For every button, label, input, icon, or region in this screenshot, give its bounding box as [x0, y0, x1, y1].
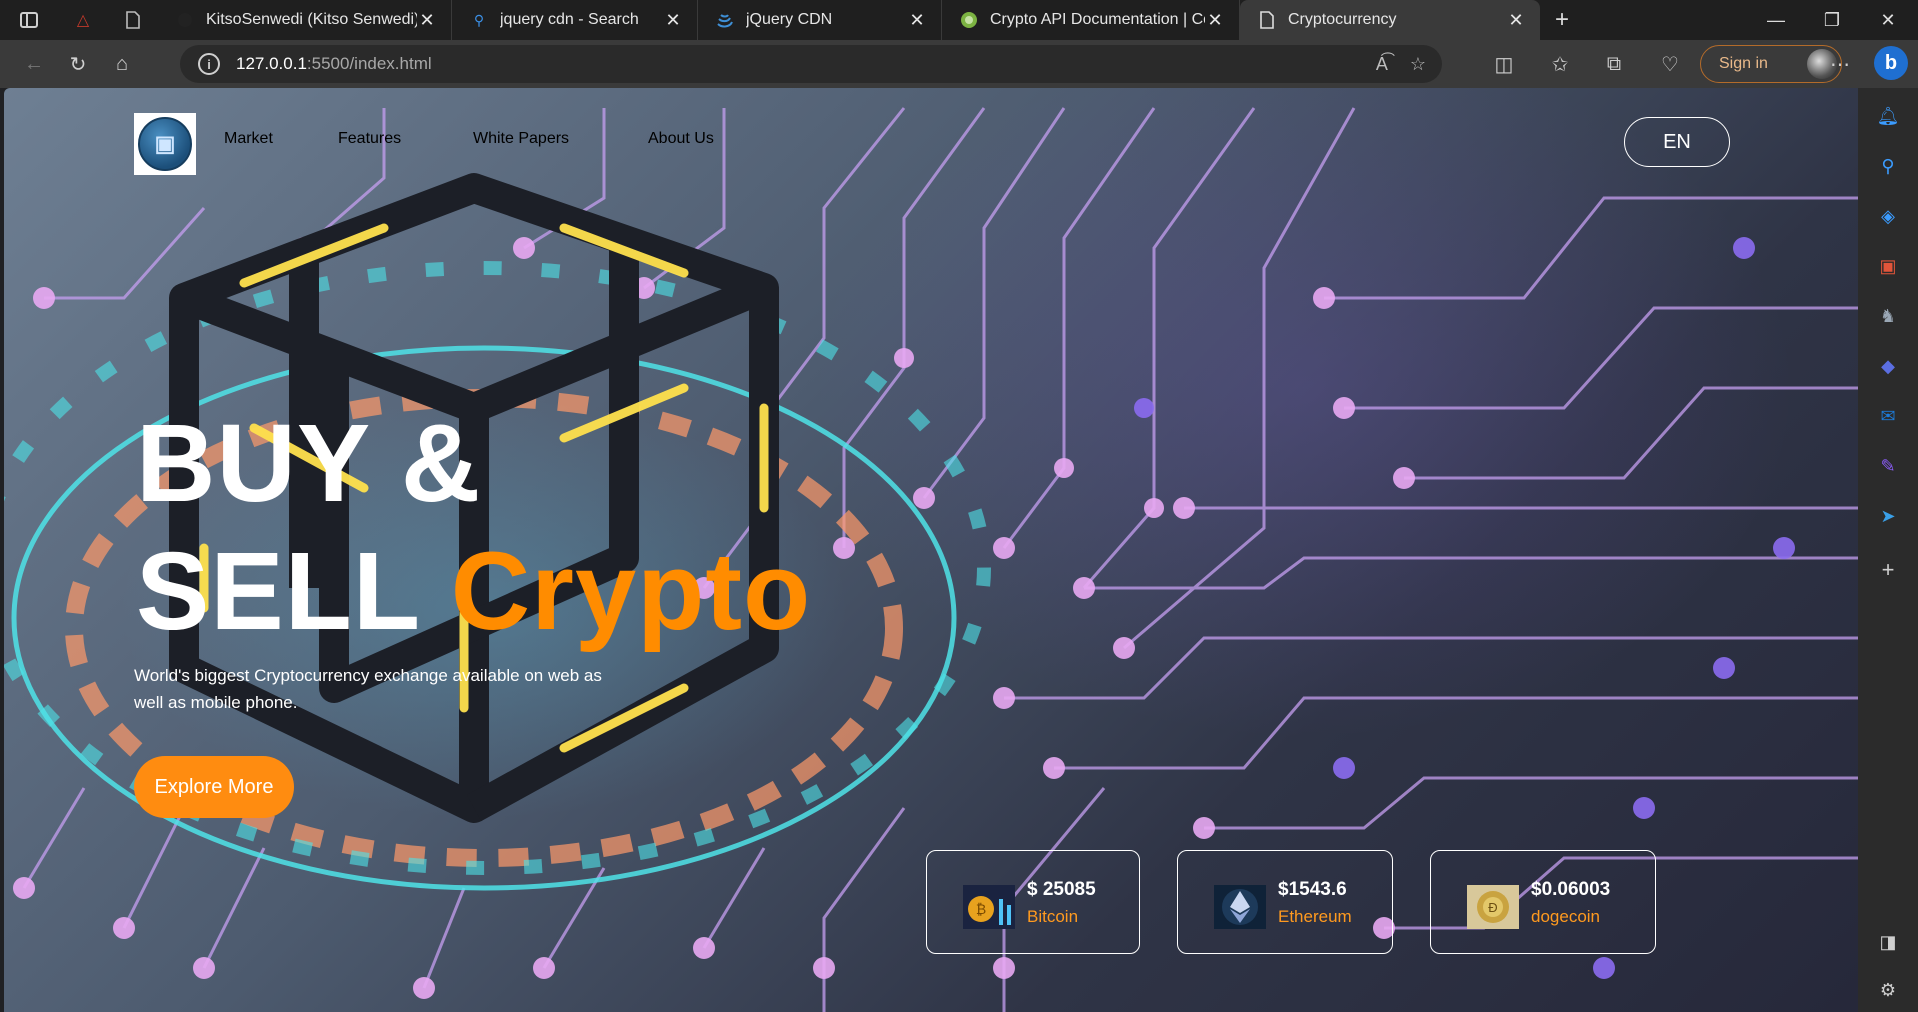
- refresh-icon[interactable]: ↻: [56, 44, 100, 84]
- coin-card-ethereum[interactable]: $1543.6 Ethereum: [1177, 850, 1393, 954]
- close-tab-icon[interactable]: ✕: [907, 10, 927, 31]
- page-icon: [1258, 11, 1276, 29]
- coin-card-dogecoin[interactable]: Ð $0.06003 dogecoin: [1430, 850, 1656, 954]
- coin-price: $ 25085: [1027, 879, 1096, 900]
- github-icon: [176, 11, 194, 29]
- close-tab-icon[interactable]: ✕: [1205, 10, 1225, 31]
- designer-icon[interactable]: ✎: [1876, 454, 1900, 478]
- coin-price: $1543.6: [1278, 879, 1347, 900]
- ethereum-icon: [1214, 885, 1266, 929]
- hero-subtitle: World's biggest Cryptocurrency exchange …: [134, 666, 602, 712]
- more-options-icon[interactable]: ⋯: [1818, 44, 1862, 84]
- edge-sidebar: 🔔︎ ⚲ ◈ ▣ ♞ ◆ ✉ ✎ ➤ + ◨ ⚙: [1858, 88, 1918, 1012]
- drop-icon[interactable]: ➤: [1876, 504, 1900, 528]
- tab-jquery-search[interactable]: ⚲ jquery cdn - Search ✕: [452, 0, 698, 40]
- url-host: 127.0.0.1: [236, 54, 307, 73]
- nav-white-papers[interactable]: White Papers: [473, 130, 569, 148]
- dogecoin-icon: Ð: [1467, 885, 1519, 929]
- close-window-icon[interactable]: ✕: [1860, 0, 1916, 40]
- read-aloud-icon[interactable]: A͡: [1376, 54, 1388, 75]
- notifications-icon[interactable]: 🔔︎: [1876, 104, 1900, 128]
- explore-more-button[interactable]: Explore More: [134, 756, 294, 818]
- shopping-tag-icon[interactable]: ◈: [1876, 204, 1900, 228]
- tab-title: KitsoSenwedi (Kitso Senwedi): [206, 11, 417, 28]
- nav-features[interactable]: Features: [338, 130, 401, 148]
- tab-title: jquery cdn - Search: [500, 11, 639, 28]
- favorites-icon[interactable]: ✩: [1538, 44, 1582, 84]
- copilot-icon[interactable]: b: [1874, 46, 1908, 80]
- coin-api-icon: [960, 11, 978, 29]
- url-path: :5500/index.html: [306, 54, 432, 73]
- hero-accent: Crypto: [450, 530, 812, 653]
- tab-cryptocurrency[interactable]: Cryptocurrency ✕: [1240, 0, 1540, 40]
- coin-name: Bitcoin: [1027, 907, 1079, 926]
- web-page: ▣ Market Features White Papers About Us …: [4, 88, 1858, 1012]
- coin-name: Ethereum: [1278, 907, 1352, 926]
- page-icon[interactable]: [108, 0, 158, 40]
- tools-icon[interactable]: ▣: [1876, 254, 1900, 278]
- browser-toolbar: ← ↻ ⌂ i 127.0.0.1:5500/index.html A͡ ☆ ◫…: [0, 40, 1918, 88]
- restore-icon[interactable]: ❐: [1804, 0, 1860, 40]
- close-tab-icon[interactable]: ✕: [663, 10, 683, 31]
- coin-name: dogecoin: [1531, 907, 1601, 926]
- site-info-icon[interactable]: i: [198, 53, 220, 75]
- hide-sidebar-icon[interactable]: ◨: [1876, 930, 1900, 954]
- nav-about-us[interactable]: About Us: [648, 130, 714, 148]
- back-icon[interactable]: ←: [12, 44, 56, 84]
- site-logo[interactable]: ▣: [134, 113, 196, 175]
- address-bar[interactable]: i 127.0.0.1:5500/index.html A͡ ☆: [180, 45, 1442, 83]
- new-tab-icon[interactable]: +: [1540, 0, 1584, 40]
- split-screen-icon[interactable]: ◫: [1482, 44, 1526, 84]
- language-button[interactable]: EN: [1624, 117, 1730, 167]
- add-sidebar-app-icon[interactable]: +: [1876, 557, 1900, 582]
- tab-actions-icon[interactable]: [0, 0, 58, 40]
- minimize-icon[interactable]: —: [1748, 0, 1804, 40]
- tab-title: Crypto API Documentation | Coin: [990, 11, 1205, 28]
- coin-card-bitcoin[interactable]: ₿ $ 25085 Bitcoin: [926, 850, 1140, 954]
- search-icon[interactable]: ⚲: [1876, 154, 1900, 178]
- outlook-icon[interactable]: ✉: [1876, 404, 1900, 428]
- tab-strip: △ KitsoSenwedi (Kitso Senwedi) ✕ ⚲ jquer…: [0, 0, 1918, 40]
- coin-price: $0.06003: [1531, 879, 1611, 900]
- games-icon[interactable]: ♞: [1876, 304, 1900, 328]
- svg-text:₿: ₿: [976, 901, 986, 917]
- workspace-icon[interactable]: △: [58, 0, 108, 40]
- hero-title: BUY & SELL Crypto: [136, 400, 811, 656]
- nav-market[interactable]: Market: [224, 130, 273, 148]
- close-tab-icon[interactable]: ✕: [417, 10, 437, 31]
- tab-github[interactable]: KitsoSenwedi (Kitso Senwedi) ✕: [158, 0, 452, 40]
- browser-essentials-icon[interactable]: ♡: [1648, 44, 1692, 84]
- tab-crypto-api[interactable]: Crypto API Documentation | Coin ✕: [942, 0, 1240, 40]
- tab-title: jQuery CDN: [746, 11, 833, 28]
- hero-line-2: SELL: [136, 530, 451, 653]
- logo-icon: ▣: [138, 117, 192, 171]
- tab-title: Cryptocurrency: [1288, 11, 1397, 28]
- search-icon: ⚲: [473, 11, 485, 28]
- favorite-star-icon[interactable]: ☆: [1410, 54, 1426, 75]
- collections-icon[interactable]: ⧉: [1592, 44, 1636, 84]
- sign-in-label: Sign in: [1719, 55, 1768, 72]
- sidebar-settings-icon[interactable]: ⚙: [1876, 978, 1900, 1002]
- jquery-icon: [716, 11, 734, 29]
- home-icon[interactable]: ⌂: [100, 44, 144, 84]
- close-tab-icon[interactable]: ✕: [1506, 10, 1526, 31]
- hero-line-1: BUY &: [136, 402, 482, 525]
- microsoft-365-icon[interactable]: ◆: [1876, 354, 1900, 378]
- bitcoin-icon: ₿: [963, 885, 1015, 929]
- svg-text:Ð: Ð: [1488, 900, 1497, 915]
- tab-jquery-cdn[interactable]: jQuery CDN ✕: [698, 0, 942, 40]
